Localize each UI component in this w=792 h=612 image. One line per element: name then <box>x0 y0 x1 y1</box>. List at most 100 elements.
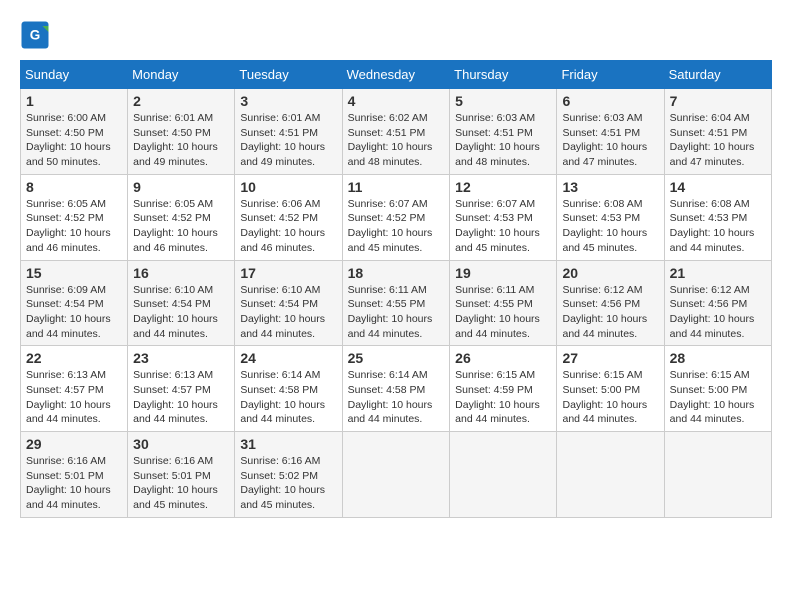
calendar-week-row: 8 Sunrise: 6:05 AM Sunset: 4:52 PM Daylig… <box>21 174 772 260</box>
calendar-cell: 18 Sunrise: 6:11 AM Sunset: 4:55 PM Dayli… <box>342 260 450 346</box>
day-info: Sunrise: 6:16 AM Sunset: 5:02 PM Dayligh… <box>240 454 336 513</box>
day-info: Sunrise: 6:08 AM Sunset: 4:53 PM Dayligh… <box>562 197 658 256</box>
day-info: Sunrise: 6:10 AM Sunset: 4:54 PM Dayligh… <box>133 283 229 342</box>
day-info: Sunrise: 6:11 AM Sunset: 4:55 PM Dayligh… <box>348 283 445 342</box>
calendar-cell: 26 Sunrise: 6:15 AM Sunset: 4:59 PM Dayli… <box>450 346 557 432</box>
day-number: 20 <box>562 265 658 281</box>
day-info: Sunrise: 6:12 AM Sunset: 4:56 PM Dayligh… <box>670 283 766 342</box>
day-info: Sunrise: 6:15 AM Sunset: 5:00 PM Dayligh… <box>670 368 766 427</box>
day-number: 28 <box>670 350 766 366</box>
day-info: Sunrise: 6:01 AM Sunset: 4:51 PM Dayligh… <box>240 111 336 170</box>
calendar-cell: 12 Sunrise: 6:07 AM Sunset: 4:53 PM Dayli… <box>450 174 557 260</box>
day-number: 8 <box>26 179 122 195</box>
day-number: 19 <box>455 265 551 281</box>
calendar-cell: 13 Sunrise: 6:08 AM Sunset: 4:53 PM Dayli… <box>557 174 664 260</box>
day-info: Sunrise: 6:15 AM Sunset: 4:59 PM Dayligh… <box>455 368 551 427</box>
day-info: Sunrise: 6:14 AM Sunset: 4:58 PM Dayligh… <box>240 368 336 427</box>
calendar-header-sunday: Sunday <box>21 61 128 89</box>
day-number: 30 <box>133 436 229 452</box>
calendar-cell: 21 Sunrise: 6:12 AM Sunset: 4:56 PM Dayli… <box>664 260 771 346</box>
calendar-cell: 24 Sunrise: 6:14 AM Sunset: 4:58 PM Dayli… <box>235 346 342 432</box>
day-info: Sunrise: 6:03 AM Sunset: 4:51 PM Dayligh… <box>562 111 658 170</box>
calendar-cell: 22 Sunrise: 6:13 AM Sunset: 4:57 PM Dayli… <box>21 346 128 432</box>
calendar-cell: 16 Sunrise: 6:10 AM Sunset: 4:54 PM Dayli… <box>128 260 235 346</box>
calendar-cell: 4Sunrise: 6:02 AM Sunset: 4:51 PM Daylig… <box>342 89 450 175</box>
day-info: Sunrise: 6:14 AM Sunset: 4:58 PM Dayligh… <box>348 368 445 427</box>
calendar-week-row: 22 Sunrise: 6:13 AM Sunset: 4:57 PM Dayli… <box>21 346 772 432</box>
day-number: 7 <box>670 93 766 109</box>
day-number: 26 <box>455 350 551 366</box>
calendar-cell: 2 Sunrise: 6:01 AM Sunset: 4:50 PM Daylig… <box>128 89 235 175</box>
calendar-table: SundayMondayTuesdayWednesdayThursdayFrid… <box>20 60 772 518</box>
day-number: 15 <box>26 265 122 281</box>
svg-text:G: G <box>30 28 41 43</box>
calendar-week-row: 15 Sunrise: 6:09 AM Sunset: 4:54 PM Dayli… <box>21 260 772 346</box>
calendar-week-row: 1 Sunrise: 6:00 AM Sunset: 4:50 PM Daylig… <box>21 89 772 175</box>
day-info: Sunrise: 6:01 AM Sunset: 4:50 PM Dayligh… <box>133 111 229 170</box>
logo: G <box>20 20 54 50</box>
day-info: Sunrise: 6:07 AM Sunset: 4:52 PM Dayligh… <box>348 197 445 256</box>
day-info: Sunrise: 6:13 AM Sunset: 4:57 PM Dayligh… <box>133 368 229 427</box>
calendar-cell: 30 Sunrise: 6:16 AM Sunset: 5:01 PM Dayli… <box>128 432 235 518</box>
calendar-cell: 25 Sunrise: 6:14 AM Sunset: 4:58 PM Dayli… <box>342 346 450 432</box>
day-number: 3 <box>240 93 336 109</box>
day-number: 23 <box>133 350 229 366</box>
day-number: 12 <box>455 179 551 195</box>
day-info: Sunrise: 6:05 AM Sunset: 4:52 PM Dayligh… <box>133 197 229 256</box>
calendar-header-tuesday: Tuesday <box>235 61 342 89</box>
calendar-cell <box>557 432 664 518</box>
day-info: Sunrise: 6:03 AM Sunset: 4:51 PM Dayligh… <box>455 111 551 170</box>
logo-icon: G <box>20 20 50 50</box>
calendar-cell: 5Sunrise: 6:03 AM Sunset: 4:51 PM Daylig… <box>450 89 557 175</box>
page-header: G <box>20 20 772 50</box>
calendar-cell: 8 Sunrise: 6:05 AM Sunset: 4:52 PM Daylig… <box>21 174 128 260</box>
day-info: Sunrise: 6:05 AM Sunset: 4:52 PM Dayligh… <box>26 197 122 256</box>
day-info: Sunrise: 6:11 AM Sunset: 4:55 PM Dayligh… <box>455 283 551 342</box>
day-number: 21 <box>670 265 766 281</box>
day-info: Sunrise: 6:16 AM Sunset: 5:01 PM Dayligh… <box>26 454 122 513</box>
day-info: Sunrise: 6:07 AM Sunset: 4:53 PM Dayligh… <box>455 197 551 256</box>
day-number: 25 <box>348 350 445 366</box>
day-info: Sunrise: 6:06 AM Sunset: 4:52 PM Dayligh… <box>240 197 336 256</box>
day-info: Sunrise: 6:00 AM Sunset: 4:50 PM Dayligh… <box>26 111 122 170</box>
day-number: 18 <box>348 265 445 281</box>
calendar-cell: 29 Sunrise: 6:16 AM Sunset: 5:01 PM Dayli… <box>21 432 128 518</box>
day-number: 27 <box>562 350 658 366</box>
day-number: 22 <box>26 350 122 366</box>
calendar-cell: 10 Sunrise: 6:06 AM Sunset: 4:52 PM Dayli… <box>235 174 342 260</box>
calendar-cell: 17Sunrise: 6:10 AM Sunset: 4:54 PM Dayli… <box>235 260 342 346</box>
day-number: 10 <box>240 179 336 195</box>
calendar-cell: 1 Sunrise: 6:00 AM Sunset: 4:50 PM Daylig… <box>21 89 128 175</box>
day-number: 6 <box>562 93 658 109</box>
day-info: Sunrise: 6:09 AM Sunset: 4:54 PM Dayligh… <box>26 283 122 342</box>
calendar-header-row: SundayMondayTuesdayWednesdayThursdayFrid… <box>21 61 772 89</box>
calendar-cell: 9Sunrise: 6:05 AM Sunset: 4:52 PM Daylig… <box>128 174 235 260</box>
day-info: Sunrise: 6:04 AM Sunset: 4:51 PM Dayligh… <box>670 111 766 170</box>
calendar-header-friday: Friday <box>557 61 664 89</box>
day-number: 4 <box>348 93 445 109</box>
calendar-cell: 6 Sunrise: 6:03 AM Sunset: 4:51 PM Daylig… <box>557 89 664 175</box>
calendar-cell: 23 Sunrise: 6:13 AM Sunset: 4:57 PM Dayli… <box>128 346 235 432</box>
day-info: Sunrise: 6:16 AM Sunset: 5:01 PM Dayligh… <box>133 454 229 513</box>
day-number: 1 <box>26 93 122 109</box>
day-number: 16 <box>133 265 229 281</box>
day-info: Sunrise: 6:13 AM Sunset: 4:57 PM Dayligh… <box>26 368 122 427</box>
calendar-cell: 15 Sunrise: 6:09 AM Sunset: 4:54 PM Dayli… <box>21 260 128 346</box>
calendar-header-wednesday: Wednesday <box>342 61 450 89</box>
day-info: Sunrise: 6:08 AM Sunset: 4:53 PM Dayligh… <box>670 197 766 256</box>
calendar-cell <box>664 432 771 518</box>
calendar-cell: 28 Sunrise: 6:15 AM Sunset: 5:00 PM Dayli… <box>664 346 771 432</box>
day-number: 2 <box>133 93 229 109</box>
day-number: 11 <box>348 179 445 195</box>
day-number: 13 <box>562 179 658 195</box>
calendar-cell: 14Sunrise: 6:08 AM Sunset: 4:53 PM Dayli… <box>664 174 771 260</box>
day-number: 29 <box>26 436 122 452</box>
calendar-cell: 11 Sunrise: 6:07 AM Sunset: 4:52 PM Dayli… <box>342 174 450 260</box>
day-number: 31 <box>240 436 336 452</box>
calendar-cell: 20 Sunrise: 6:12 AM Sunset: 4:56 PM Dayli… <box>557 260 664 346</box>
day-number: 24 <box>240 350 336 366</box>
day-info: Sunrise: 6:12 AM Sunset: 4:56 PM Dayligh… <box>562 283 658 342</box>
day-info: Sunrise: 6:10 AM Sunset: 4:54 PM Dayligh… <box>240 283 336 342</box>
calendar-cell <box>450 432 557 518</box>
calendar-header-thursday: Thursday <box>450 61 557 89</box>
